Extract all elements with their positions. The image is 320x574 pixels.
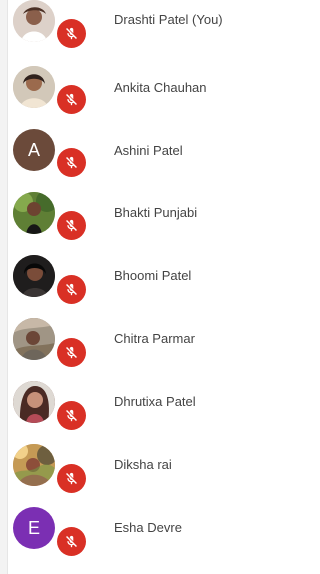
mic-off-badge[interactable] — [57, 464, 86, 493]
mic-off-badge[interactable] — [57, 85, 86, 114]
avatar — [13, 318, 55, 360]
microphone-off-icon — [66, 409, 77, 422]
participant-name: Drashti Patel (You) — [114, 12, 223, 27]
mic-off-badge[interactable] — [57, 211, 86, 240]
participant-name: Ashini Patel — [114, 143, 183, 158]
mic-off-badge[interactable] — [57, 148, 86, 177]
avatar — [13, 192, 55, 234]
participant-name: Diksha rai — [114, 457, 172, 472]
microphone-off-icon — [66, 219, 77, 232]
avatar — [13, 255, 55, 297]
participant-name: Bhoomi Patel — [114, 268, 192, 283]
mic-off-badge[interactable] — [57, 527, 86, 556]
microphone-off-icon — [66, 283, 77, 296]
microphone-off-icon — [66, 156, 77, 169]
participant-name: Ankita Chauhan — [114, 80, 207, 95]
profile-photo-icon — [13, 381, 55, 423]
participant-name: Esha Devre — [114, 520, 182, 535]
participant-row[interactable]: E Esha Devre — [0, 496, 251, 556]
profile-photo-icon — [13, 66, 55, 108]
participant-row[interactable]: Diksha rai — [0, 434, 251, 494]
avatar — [13, 381, 55, 423]
mic-off-badge[interactable] — [57, 275, 86, 304]
avatar-initial: E — [27, 517, 40, 538]
avatar — [13, 444, 55, 486]
avatar — [13, 0, 55, 42]
participant-row[interactable]: Dhrutixa Patel — [0, 372, 251, 432]
avatar — [13, 66, 55, 108]
participants-panel: Drashti Patel (You) Ankita Chauhan A Ash… — [0, 0, 251, 574]
participant-row[interactable]: Chitra Parmar — [0, 310, 251, 370]
microphone-off-icon — [66, 27, 77, 40]
avatar: A — [13, 129, 55, 171]
participant-name: Dhrutixa Patel — [114, 394, 196, 409]
participant-row[interactable]: A Ashini Patel — [0, 124, 251, 184]
microphone-off-icon — [66, 535, 77, 548]
profile-photo-icon — [13, 318, 55, 360]
profile-photo-icon — [13, 255, 55, 297]
mic-off-badge[interactable] — [57, 19, 86, 48]
profile-photo-icon — [13, 0, 55, 42]
mic-off-badge[interactable] — [57, 338, 86, 367]
participant-row[interactable]: Drashti Patel (You) — [0, 0, 251, 60]
microphone-off-icon — [66, 346, 77, 359]
profile-photo-icon — [13, 444, 55, 486]
microphone-off-icon — [66, 93, 77, 106]
avatar: E — [13, 507, 55, 549]
participant-name: Bhakti Punjabi — [114, 205, 198, 220]
participant-name: Chitra Parmar — [114, 331, 195, 346]
profile-photo-icon — [13, 192, 55, 234]
participant-row[interactable]: Bhakti Punjabi — [0, 186, 251, 246]
participant-row[interactable]: Ankita Chauhan — [0, 62, 251, 122]
microphone-off-icon — [66, 472, 77, 485]
mic-off-badge[interactable] — [57, 401, 86, 430]
avatar-initial: A — [27, 139, 40, 160]
participant-row[interactable]: Bhoomi Patel — [0, 248, 251, 308]
